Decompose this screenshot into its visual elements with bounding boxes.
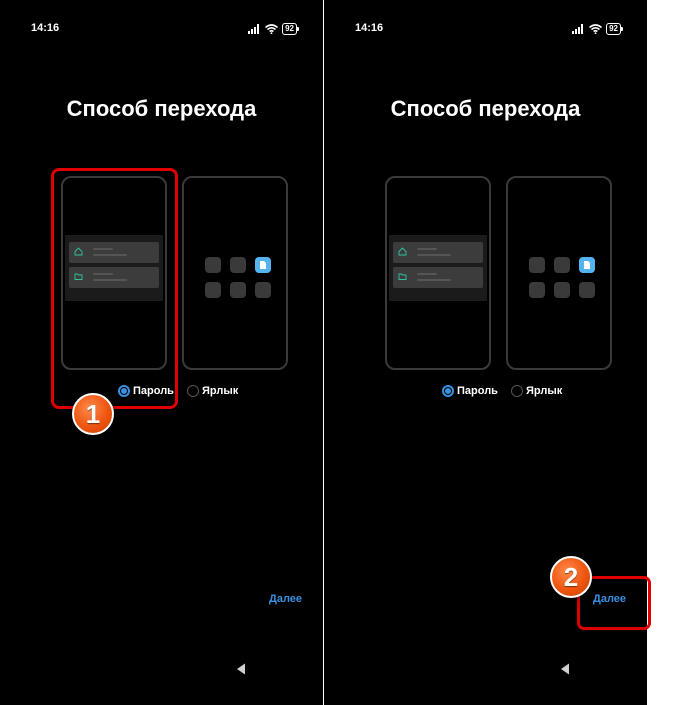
page-title: Способ перехода — [390, 96, 581, 121]
shortcut-app-tile — [255, 257, 271, 273]
page-title: Способ перехода — [66, 96, 257, 121]
app-icon — [260, 261, 266, 269]
status-icons: 92 — [572, 23, 623, 35]
home-icon — [398, 247, 407, 256]
radio-shortcut-label: Ярлык — [202, 385, 239, 397]
back-nav-icon[interactable] — [236, 663, 246, 675]
password-preview-card[interactable] — [385, 176, 491, 370]
signal-icon — [572, 24, 584, 34]
battery-icon: 92 — [282, 23, 299, 35]
radio-shortcut-label: Ярлык — [526, 385, 563, 397]
password-list-item — [393, 242, 483, 263]
status-time: 14:16 — [31, 22, 60, 34]
status-time: 14:16 — [355, 22, 384, 34]
shortcut-grid-preview — [529, 257, 597, 301]
wifi-icon — [265, 24, 279, 34]
status-bar: 14:16 92 — [0, 22, 323, 38]
signal-icon — [248, 24, 260, 34]
radio-shortcut[interactable]: Ярлык — [187, 385, 238, 397]
back-nav-icon[interactable] — [560, 663, 570, 675]
radio-password[interactable]: Пароль — [442, 385, 498, 397]
password-list-item — [393, 267, 483, 288]
battery-icon: 92 — [606, 23, 623, 35]
folder-icon — [398, 273, 407, 280]
next-button[interactable]: Далее — [269, 593, 302, 605]
shortcut-preview-card[interactable] — [182, 176, 288, 370]
shortcut-grid-preview — [205, 257, 273, 301]
shortcut-preview-card[interactable] — [506, 176, 612, 370]
status-bar: 14:16 92 — [324, 22, 647, 38]
radio-unselected-icon — [187, 385, 199, 397]
radio-shortcut[interactable]: Ярлык — [511, 385, 562, 397]
step-badge-2: 2 — [550, 556, 592, 598]
highlight-box-password — [51, 168, 178, 409]
wifi-icon — [589, 24, 603, 34]
step-badge-1: 1 — [72, 393, 114, 435]
radio-unselected-icon — [511, 385, 523, 397]
app-icon — [584, 261, 590, 269]
radio-password-label: Пароль — [457, 385, 498, 397]
password-list-preview — [389, 235, 487, 301]
status-icons: 92 — [248, 23, 299, 35]
shortcut-app-tile — [579, 257, 595, 273]
radio-selected-icon — [442, 385, 454, 397]
